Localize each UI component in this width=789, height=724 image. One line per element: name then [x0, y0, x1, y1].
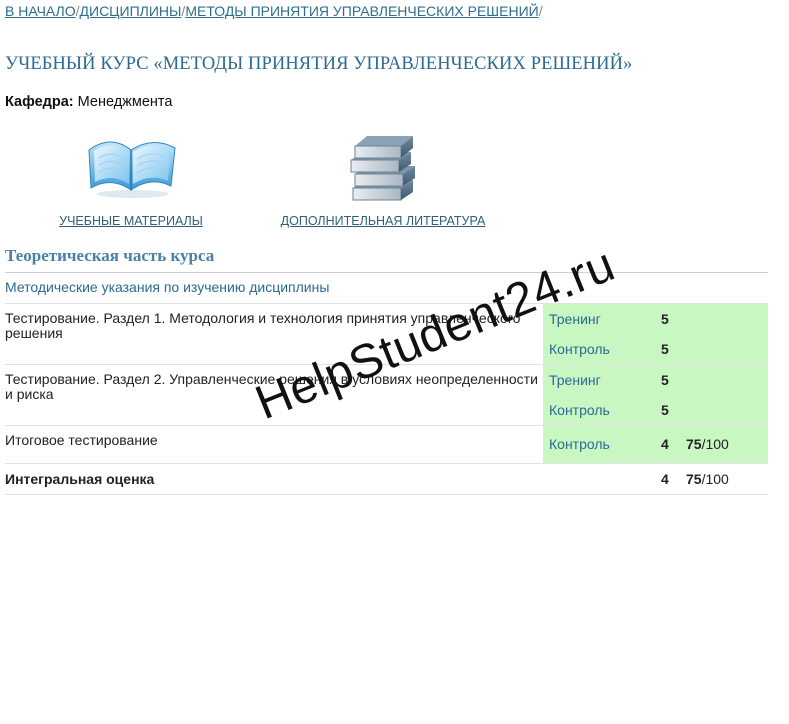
test-type-link[interactable]: Контроль	[543, 425, 661, 464]
additional-literature-block[interactable]: ДОПОЛНИТЕЛЬНАЯ ЛИТЕРАТУРА	[276, 128, 490, 228]
section-title: Теоретическая часть курса	[5, 246, 215, 265]
integral-label: Интегральная оценка	[5, 463, 543, 495]
integral-points: 75/100	[686, 463, 768, 495]
additional-literature-link[interactable]: ДОПОЛНИТЕЛЬНАЯ ЛИТЕРАТУРА	[276, 214, 490, 228]
test-score: 5	[661, 364, 686, 395]
test-points	[686, 303, 768, 334]
department-value: Менеджмента	[77, 94, 173, 110]
test-type-link[interactable]: Тренинг	[543, 364, 661, 395]
points-value: 75	[686, 436, 702, 452]
breadcrumb-disciplines-link[interactable]: ДИСЦИПЛИНЫ	[80, 3, 182, 19]
breadcrumb: В НАЧАЛО/ДИСЦИПЛИНЫ/МЕТОДЫ ПРИНЯТИЯ УПРА…	[5, 3, 543, 19]
test-points	[686, 334, 768, 365]
test-score: 5	[661, 395, 686, 426]
test-score: 5	[661, 334, 686, 365]
test-type-link[interactable]: Контроль	[543, 395, 661, 426]
points-max: /100	[701, 470, 729, 487]
open-book-icon[interactable]	[83, 128, 179, 200]
book-stack-icon[interactable]	[343, 128, 423, 206]
test-points: 75/100	[686, 425, 768, 464]
study-materials-link[interactable]: УЧЕБНЫЕ МАТЕРИАЛЫ	[56, 214, 206, 228]
methodical-guidelines-link[interactable]: Методические указания по изучению дисцип…	[5, 279, 329, 295]
breadcrumb-course-link[interactable]: МЕТОДЫ ПРИНЯТИЯ УПРАВЛЕНЧЕСКИХ РЕШЕНИЙ	[185, 3, 538, 19]
integral-row: Интегральная оценка 4 75/100	[5, 463, 768, 495]
test-score: 5	[661, 303, 686, 334]
department-label: Кафедра:	[5, 94, 74, 110]
test-type-link[interactable]: Контроль	[543, 334, 661, 365]
test-points	[686, 364, 768, 395]
study-materials-block[interactable]: УЧЕБНЫЕ МАТЕРИАЛЫ	[56, 128, 206, 228]
integral-type	[543, 463, 661, 495]
integral-score: 4	[661, 463, 686, 495]
test-name: Итоговое тестирование	[5, 425, 543, 464]
department-info: Кафедра: Менеджмента	[5, 94, 172, 110]
breadcrumb-home-link[interactable]: В НАЧАЛО	[5, 3, 76, 19]
points-value: 75	[686, 470, 702, 487]
section-divider	[5, 272, 768, 273]
points-max: /100	[701, 436, 729, 452]
page-title: УЧЕБНЫЙ КУРС «МЕТОДЫ ПРИНЯТИЯ УПРАВЛЕНЧЕ…	[5, 54, 633, 74]
table-row: Итоговое тестирование Контроль 4 75/100	[5, 425, 768, 464]
breadcrumb-separator: /	[538, 3, 543, 19]
test-score: 4	[661, 425, 686, 464]
test-points	[686, 395, 768, 426]
